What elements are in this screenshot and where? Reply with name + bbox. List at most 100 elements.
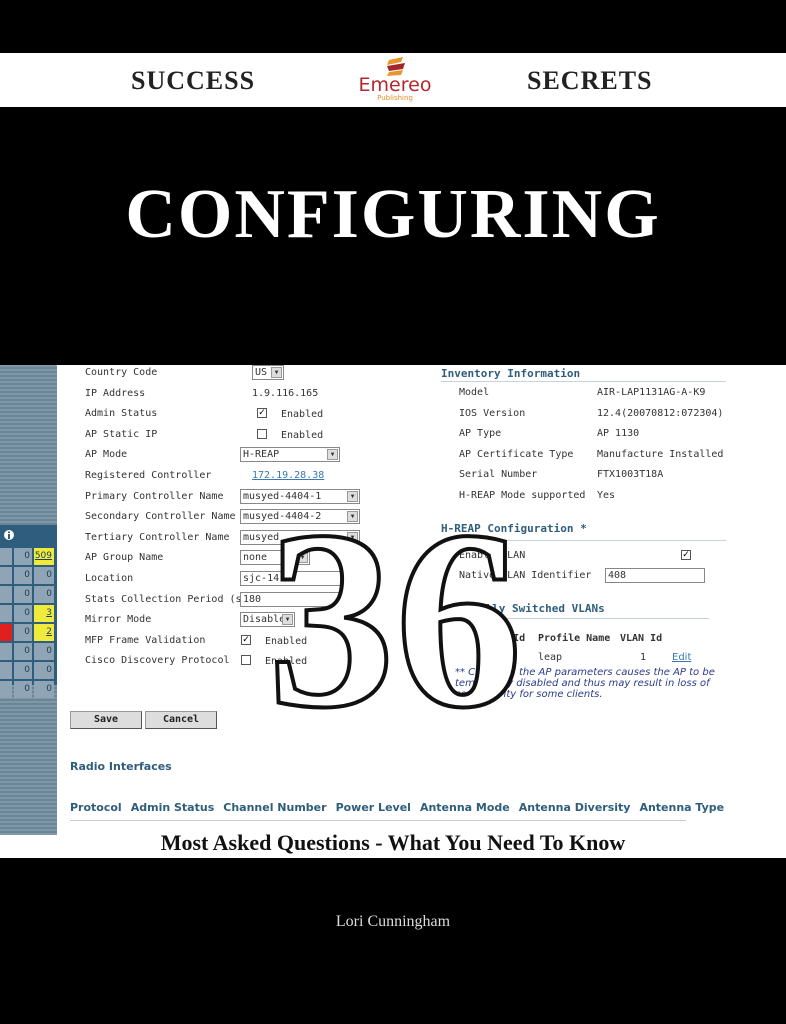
chevron-down-icon[interactable]: ▼ xyxy=(271,367,282,378)
field-label: Stats Collection Period (sec) xyxy=(85,593,260,605)
inventory-label: IOS Version xyxy=(459,407,526,419)
side-cell xyxy=(0,624,12,641)
side-cell xyxy=(0,605,12,622)
native-vlan-input[interactable]: 408 xyxy=(605,568,705,583)
radio-column-header: Channel Number xyxy=(223,801,327,814)
side-cell: 0 xyxy=(34,643,54,660)
radio-column-header: Protocol xyxy=(70,801,122,814)
radio-heading: Radio Interfaces xyxy=(70,760,172,773)
header-secrets: SECRETS xyxy=(527,66,653,95)
field-label: AP Static IP xyxy=(85,428,158,440)
field-label: MFP Frame Validation xyxy=(85,634,206,646)
field-value: US xyxy=(255,367,268,378)
side-cell: 0 xyxy=(34,586,54,603)
side-cell[interactable]: 3 xyxy=(34,605,54,622)
author-name: Lori Cunningham xyxy=(335,913,451,930)
field-checkbox[interactable] xyxy=(257,428,267,439)
radio-column-header: Antenna Type xyxy=(639,801,725,814)
side-cell: 0 xyxy=(14,662,32,679)
field-label: Registered Controller xyxy=(85,470,212,481)
cancel-button[interactable]: Cancel xyxy=(145,711,217,729)
field-value: Enabled xyxy=(281,409,324,421)
col-profile-name: Profile Name xyxy=(538,633,611,644)
side-cell: 0 xyxy=(14,643,32,660)
side-table-row: 0 0 xyxy=(0,566,54,585)
info-icon xyxy=(4,530,14,540)
field-label: Tertiary Controller Name xyxy=(85,531,230,543)
side-cell: 0 xyxy=(14,548,32,565)
big-number: 36 xyxy=(268,505,523,720)
vlan-profile: leap xyxy=(538,652,563,663)
field-label: Primary Controller Name xyxy=(85,490,224,502)
inventory-value: Yes xyxy=(597,490,616,501)
side-cell[interactable]: 509 xyxy=(34,548,54,565)
inventory-label: H-REAP Mode supported xyxy=(459,490,586,501)
vlan-edit-link[interactable]: Edit xyxy=(672,652,691,663)
field-label: Secondary Controller Name xyxy=(85,511,236,523)
side-cell[interactable]: 2 xyxy=(34,624,54,641)
side-table-row: 0 0 xyxy=(0,680,54,699)
inventory-label: Serial Number xyxy=(459,469,538,481)
field-label: IP Address xyxy=(85,387,146,399)
side-cell xyxy=(0,567,12,584)
side-table-row: 0 509 xyxy=(0,547,54,566)
side-cell: 0 xyxy=(34,567,54,584)
publisher-logo: Emereo Publishing xyxy=(355,54,435,104)
field-link[interactable]: 172.19.28.38 xyxy=(252,470,324,481)
enable-vlan-checkbox[interactable]: ✓ xyxy=(681,550,691,560)
field-value: Enabled xyxy=(281,429,324,441)
inventory-value: AIR-LAP1131AG-A-K9 xyxy=(597,387,706,398)
side-cell: 0 xyxy=(34,681,54,698)
book-subtitle: Most Asked Questions - What You Need To … xyxy=(160,830,626,855)
inventory-heading: Inventory Information xyxy=(441,367,581,380)
side-cell: 0 xyxy=(34,662,54,679)
field-label: AP Mode xyxy=(85,449,128,461)
side-table-row: 0 3 xyxy=(0,604,54,623)
side-cell xyxy=(0,586,12,603)
field-label: Mirror Mode xyxy=(85,614,152,626)
field-label: Cisco Discovery Protocol xyxy=(85,655,230,667)
side-table: 0 509 0 0 0 0 0 3 0 2 0 0 0 0 0 0 xyxy=(0,525,57,698)
inventory-value: 12.4(20070812:072304) xyxy=(597,407,724,419)
field-select[interactable]: H-REAP ▼ xyxy=(240,447,340,463)
radio-column-header: Admin Status xyxy=(130,801,215,814)
side-cell xyxy=(0,643,12,660)
inventory-value: AP 1130 xyxy=(597,428,640,440)
field-label: AP Group Name xyxy=(85,552,164,564)
field-label: Country Code xyxy=(85,367,158,378)
inventory-label: AP Certificate Type xyxy=(459,448,574,460)
side-cell xyxy=(0,548,12,565)
book-title: CONFIGURING xyxy=(125,176,661,253)
field-label: Admin Status xyxy=(85,408,158,420)
number-36-outline: 36 xyxy=(266,505,525,720)
side-cell: 0 xyxy=(14,605,32,622)
divider xyxy=(70,820,686,821)
publisher-name: Emereo xyxy=(358,74,432,96)
field-select[interactable]: US ▼ xyxy=(252,365,284,380)
side-cell: 0 xyxy=(14,681,32,698)
chevron-down-icon[interactable]: ▼ xyxy=(327,449,338,461)
inventory-value: FTX1003T18A xyxy=(597,469,664,481)
field-text: 1.9.116.165 xyxy=(252,387,319,399)
chevron-down-icon[interactable]: ▼ xyxy=(347,490,358,502)
side-cell: 0 xyxy=(14,567,32,584)
side-table-row: 0 0 xyxy=(0,585,54,604)
side-table-row: 0 0 xyxy=(0,642,54,661)
save-button[interactable]: Save xyxy=(70,711,142,729)
field-select[interactable]: musyed-4404-1 ▼ xyxy=(240,488,360,504)
logo-mark-icon xyxy=(387,57,405,76)
radio-column-header: Power Level xyxy=(335,801,411,814)
header-success: SUCCESS xyxy=(131,66,256,95)
radio-column-header: Antenna Diversity xyxy=(518,801,631,814)
side-table-row: 0 2 xyxy=(0,623,54,642)
side-cell: 0 xyxy=(14,586,32,603)
inventory-value: Manufacture Installed xyxy=(597,448,724,460)
inventory-label: Model xyxy=(459,387,490,398)
radio-column-header: Antenna Mode xyxy=(419,801,510,814)
divider xyxy=(441,381,726,382)
side-cell xyxy=(0,681,12,698)
field-checkbox[interactable]: ✓ xyxy=(257,408,267,419)
side-cell xyxy=(0,662,12,679)
vlan-id: 1 xyxy=(640,652,647,663)
inventory-label: AP Type xyxy=(459,428,502,440)
